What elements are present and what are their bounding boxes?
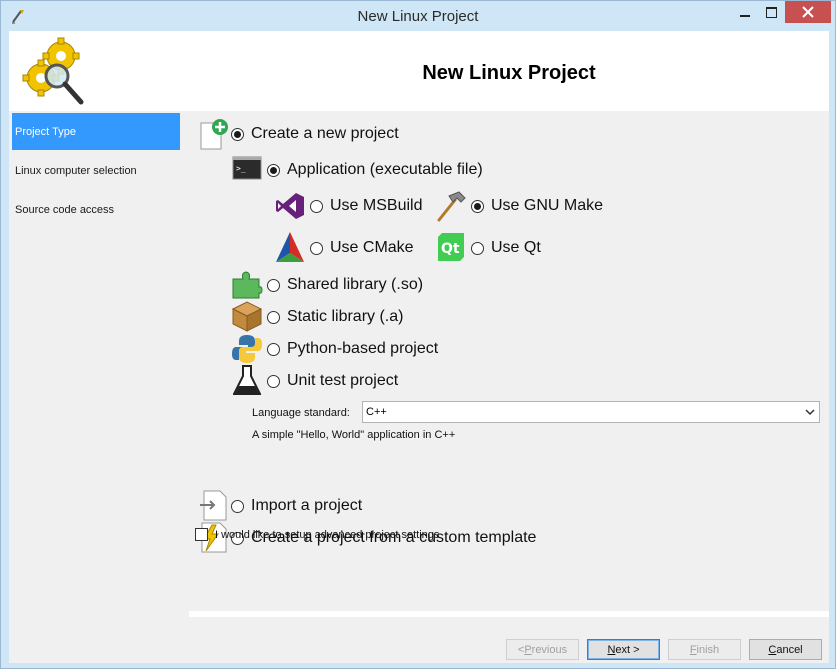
close-icon xyxy=(802,6,814,18)
console-app-icon: >_ xyxy=(232,156,262,180)
cancel-access-key: C xyxy=(768,643,777,656)
python-project-label: Python-based project xyxy=(287,340,439,357)
wizard-footer: < Previous Next > Finish Cancel xyxy=(189,617,829,663)
window-title: New Linux Project xyxy=(357,8,479,25)
previous-button[interactable]: < Previous xyxy=(506,639,579,660)
finish-access-key: F xyxy=(689,643,697,656)
shared-library-label: Shared library (.so) xyxy=(287,276,424,293)
radio-indicator xyxy=(471,241,484,255)
flask-icon xyxy=(233,365,261,395)
svg-text:>_: >_ xyxy=(236,164,246,173)
cancel-label: ancel xyxy=(776,643,803,656)
radio-indicator xyxy=(231,499,244,513)
wizard-header: New Linux Project xyxy=(9,31,829,111)
next-label: ext > xyxy=(615,643,640,656)
previous-access-key: P xyxy=(524,643,532,656)
sidebar-item-label: Project Type xyxy=(15,125,76,138)
project-type-panel: Create a new project >_ Application (exe… xyxy=(189,111,829,611)
advanced-settings-label: I would like to setup advanced project s… xyxy=(215,528,440,541)
chevron-down-icon xyxy=(805,409,815,416)
sidebar-item-linux-computer[interactable]: Linux computer selection xyxy=(12,152,180,189)
use-qt-radio[interactable]: Use Qt xyxy=(471,233,541,263)
svg-text:Qt: Qt xyxy=(441,241,460,257)
radio-indicator xyxy=(267,374,280,388)
sidebar-item-source-code[interactable]: Source code access xyxy=(12,191,180,228)
radio-indicator xyxy=(471,199,484,213)
wizard-sidebar: Project Type Linux computer selection So… xyxy=(9,111,189,663)
hammer-icon xyxy=(437,191,466,222)
create-new-project-radio[interactable]: Create a new project xyxy=(231,119,399,149)
use-cmake-label: Use CMake xyxy=(330,239,414,256)
page-title: New Linux Project xyxy=(422,62,596,84)
visual-studio-icon xyxy=(276,193,304,219)
advanced-settings-checkbox[interactable]: I would like to setup advanced project s… xyxy=(195,528,439,541)
import-project-icon xyxy=(200,490,227,521)
dialog-client: New Linux Project Project Type Linux com… xyxy=(9,31,829,663)
radio-indicator xyxy=(267,278,280,292)
cancel-button[interactable]: Cancel xyxy=(749,639,822,660)
unit-test-radio[interactable]: Unit test project xyxy=(267,366,398,396)
language-standard-value: C++ xyxy=(366,406,387,418)
qt-icon: Qt xyxy=(438,233,464,261)
dialog-window: New Linux Project New Linux Project Proj… xyxy=(0,0,836,669)
sidebar-item-label: Linux computer selection xyxy=(15,164,137,177)
import-project-radio[interactable]: Import a project xyxy=(231,491,362,521)
use-gnu-make-radio[interactable]: Use GNU Make xyxy=(471,191,603,221)
sidebar-item-label: Source code access xyxy=(15,203,115,216)
maximize-icon xyxy=(765,6,777,18)
use-msbuild-radio[interactable]: Use MSBuild xyxy=(310,191,422,221)
shared-library-radio[interactable]: Shared library (.so) xyxy=(267,270,423,300)
radio-indicator xyxy=(310,241,323,255)
maximize-button[interactable] xyxy=(757,1,785,23)
finish-label: inish xyxy=(696,643,720,656)
puzzle-piece-icon xyxy=(232,271,263,299)
application-radio[interactable]: Application (executable file) xyxy=(267,155,483,185)
next-button[interactable]: Next > xyxy=(587,639,660,660)
python-project-radio[interactable]: Python-based project xyxy=(267,334,438,364)
static-library-label: Static library (.a) xyxy=(287,308,404,325)
use-qt-label: Use Qt xyxy=(491,239,541,256)
radio-indicator xyxy=(231,127,244,141)
sidebar-item-project-type[interactable]: Project Type xyxy=(12,113,180,150)
new-project-icon xyxy=(200,119,228,150)
finish-button[interactable]: Finish xyxy=(668,639,741,660)
gears-magnifier-icon xyxy=(22,37,84,105)
previous-label: revious xyxy=(531,643,568,656)
cmake-icon xyxy=(276,232,304,262)
import-project-label: Import a project xyxy=(251,497,363,514)
python-icon xyxy=(232,335,262,363)
language-standard-select[interactable]: C++ xyxy=(362,401,820,423)
package-box-icon xyxy=(231,301,263,332)
static-library-radio[interactable]: Static library (.a) xyxy=(267,302,403,332)
close-button[interactable] xyxy=(785,1,831,23)
radio-indicator xyxy=(267,310,280,324)
use-cmake-radio[interactable]: Use CMake xyxy=(310,233,414,263)
checkbox-indicator xyxy=(195,528,208,541)
language-standard-label: Language standard: xyxy=(252,407,350,419)
radio-indicator xyxy=(267,342,280,356)
template-description: A simple "Hello, World" application in C… xyxy=(252,429,456,441)
unit-test-label: Unit test project xyxy=(287,372,399,389)
create-new-project-label: Create a new project xyxy=(251,125,399,142)
radio-indicator xyxy=(310,199,323,213)
application-label: Application (executable file) xyxy=(287,161,483,178)
radio-indicator xyxy=(267,163,280,177)
use-gnu-make-label: Use GNU Make xyxy=(491,197,604,214)
next-access-key: N xyxy=(607,643,616,656)
use-msbuild-label: Use MSBuild xyxy=(330,197,423,214)
minimize-icon xyxy=(740,15,750,17)
title-bar[interactable]: New Linux Project xyxy=(1,1,835,31)
